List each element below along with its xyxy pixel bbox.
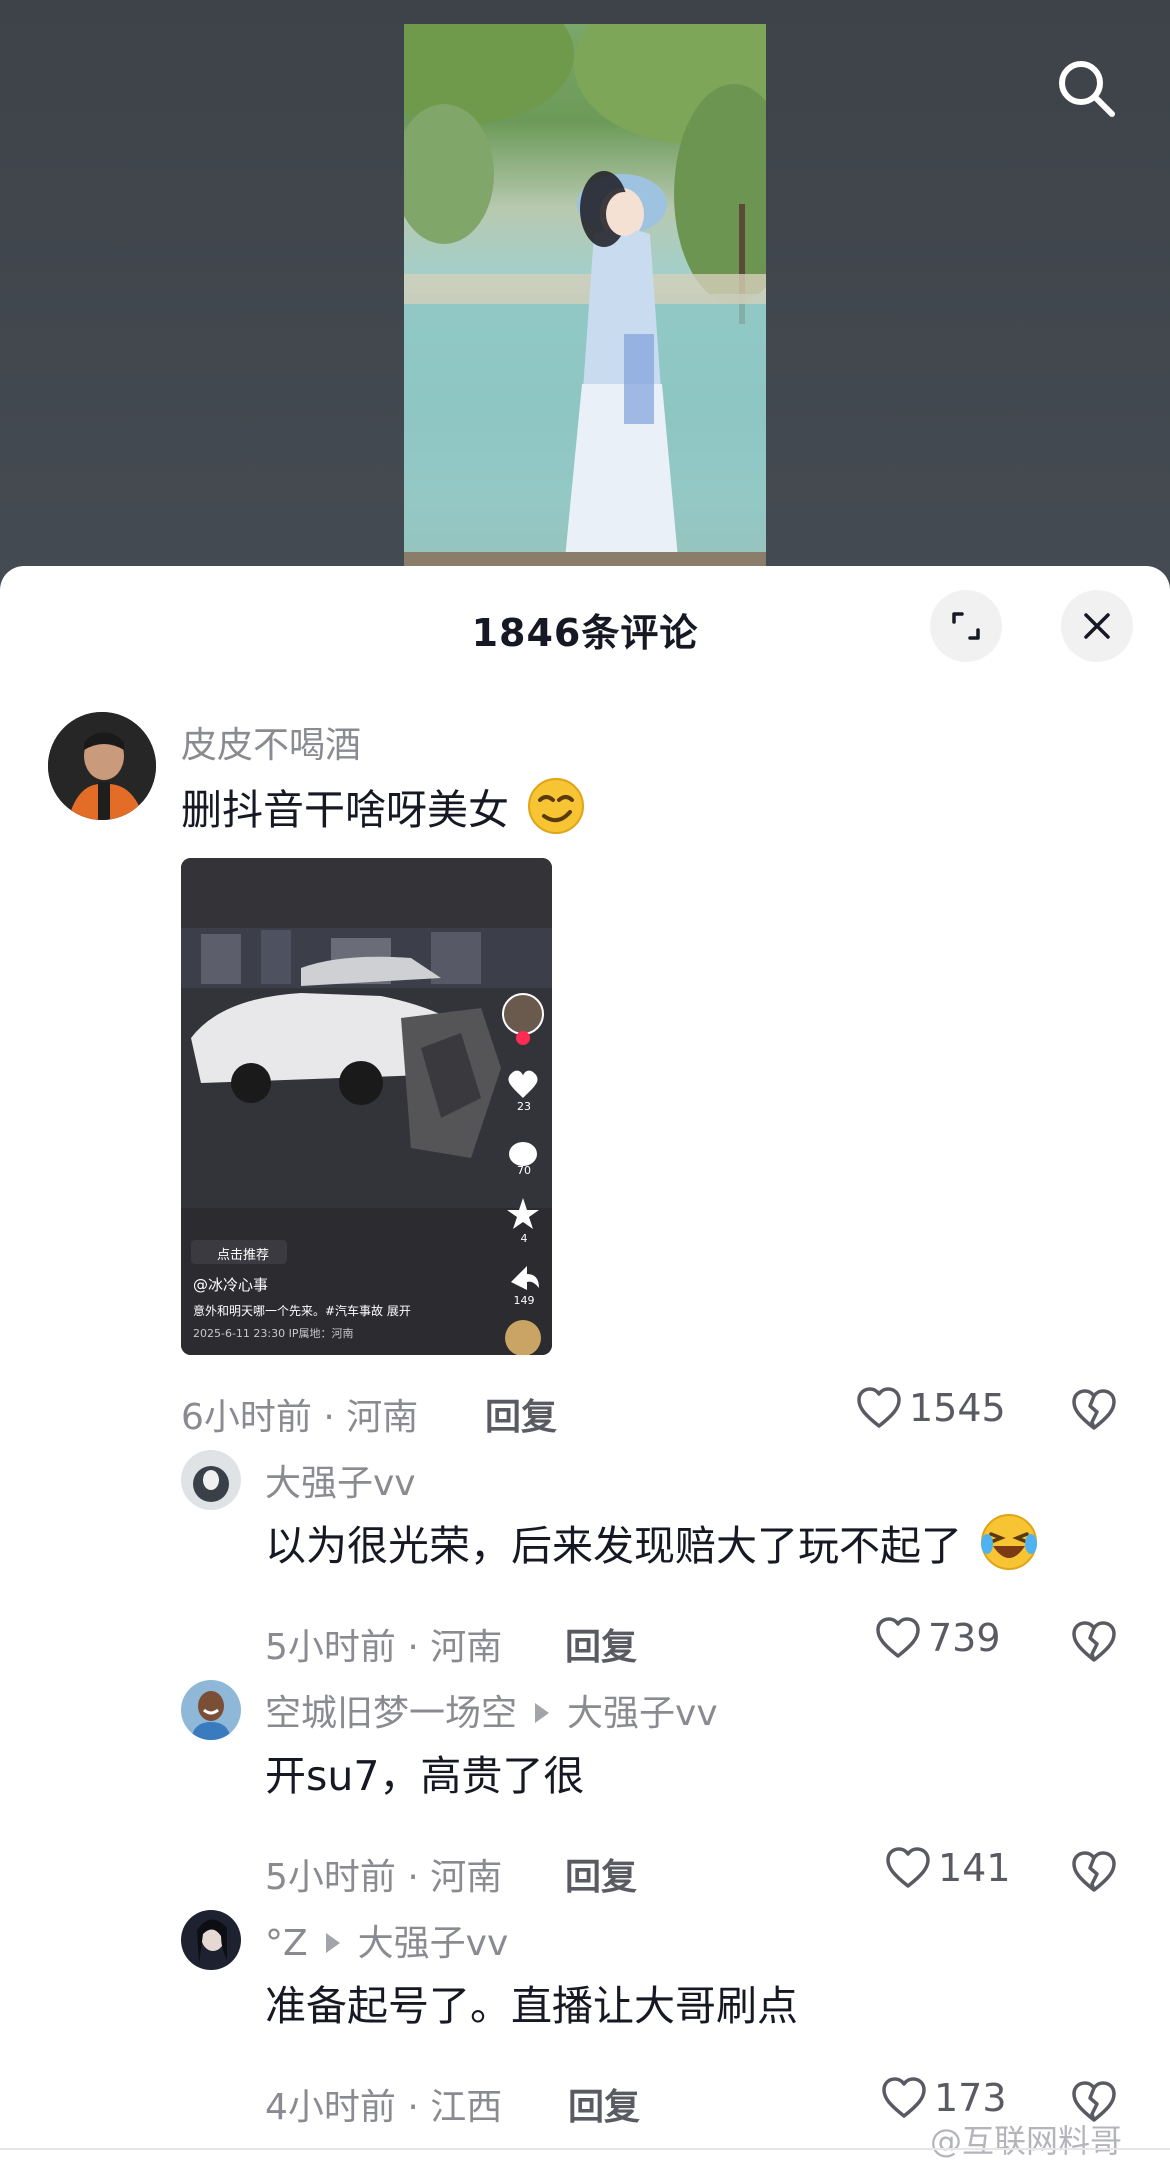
like-count: 173 (934, 2076, 1007, 2120)
reply-time-location: 4小时前 · 江西 (265, 2087, 503, 2128)
reply-to-username[interactable]: 大强子vv (358, 1923, 509, 1964)
comments-sheet: 1846条评论 皮皮不喝酒 删抖音干啥呀美女 点击推荐 @冰冷心事 意外和明天哪… (0, 566, 1170, 2160)
bottom-divider (0, 2148, 1170, 2150)
reply-button[interactable]: 回复 (568, 2078, 640, 2130)
reply-item: °Z 大强子vv 准备起号了。直播让大哥刷点 4小时前 · 江西 回复 173 (0, 566, 1170, 2136)
heart-outline-icon (882, 2077, 926, 2118)
search-button[interactable] (1048, 50, 1124, 126)
reply-username-line: °Z 大强子vv (265, 1914, 508, 1966)
video-thumbnail[interactable] (404, 24, 766, 569)
weibo-watermark: @互联网料哥 (930, 2122, 1123, 2160)
search-icon (1059, 61, 1115, 117)
reply-username[interactable]: °Z (265, 1923, 308, 1964)
avatar[interactable] (181, 1910, 241, 1970)
video-thumbnail-art (404, 24, 766, 569)
avatar-image (181, 1910, 241, 1970)
like-button[interactable]: 173 (880, 2074, 1007, 2122)
video-background (0, 0, 1170, 590)
reply-text: 准备起号了。直播让大哥刷点 (265, 1982, 798, 2030)
reply-arrow-icon (325, 1933, 340, 1953)
